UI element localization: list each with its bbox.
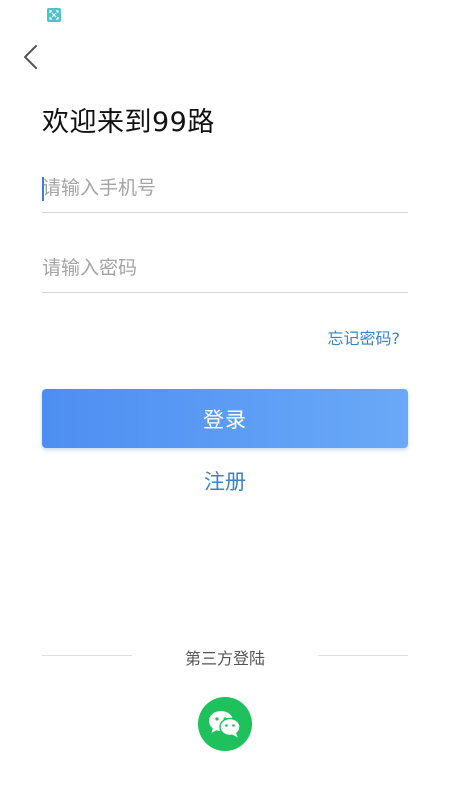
- password-input[interactable]: [42, 244, 408, 292]
- phone-field[interactable]: [42, 164, 408, 213]
- chevron-left-icon: [24, 45, 37, 69]
- back-button[interactable]: [14, 40, 48, 74]
- login-button[interactable]: 登录: [42, 389, 408, 448]
- login-screen: 欢迎来到99路 忘记密码? 登录 注册 第三方登陆: [0, 0, 450, 800]
- third-party-login-label: 第三方登陆: [184, 649, 265, 668]
- wechat-icon: [209, 711, 241, 738]
- text-caret: [42, 177, 44, 201]
- wechat-login-button[interactable]: [198, 697, 252, 751]
- register-link[interactable]: 注册: [0, 466, 450, 496]
- page-title: 欢迎来到99路: [42, 107, 215, 138]
- scan-icon: [47, 8, 61, 22]
- forgot-password-link[interactable]: 忘记密码?: [328, 325, 401, 349]
- password-field[interactable]: [42, 244, 408, 293]
- phone-input[interactable]: [42, 164, 408, 212]
- third-party-login-section: 第三方登陆: [42, 645, 408, 668]
- divider-right: [318, 655, 408, 656]
